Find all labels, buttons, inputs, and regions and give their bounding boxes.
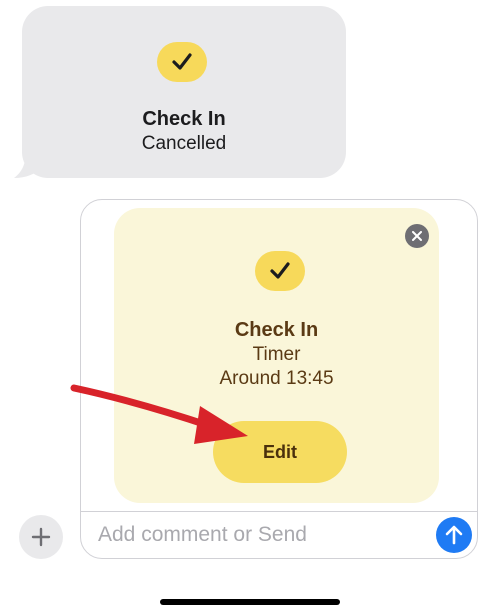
home-indicator	[160, 599, 340, 605]
checkin-card: Check In Timer Around 13:45 Edit	[114, 208, 439, 503]
checkin-mode: Timer	[252, 344, 301, 365]
plus-icon	[31, 527, 51, 547]
add-attachment-button[interactable]	[19, 515, 63, 559]
received-checkin-title: Check In	[142, 108, 226, 130]
close-icon[interactable]	[405, 224, 429, 248]
comment-input[interactable]: Add comment or Send	[98, 523, 307, 547]
checkmark-icon	[157, 42, 207, 82]
arrow-up-icon	[445, 525, 463, 545]
checkin-title: Check In	[234, 319, 319, 341]
annotation-arrow-icon	[70, 384, 248, 444]
compose-panel: Check In Timer Around 13:45 Edit Add com…	[80, 199, 478, 559]
received-checkin-bubble[interactable]: Check In Cancelled	[22, 6, 346, 178]
checkmark-icon	[255, 251, 305, 291]
received-checkin-status: Cancelled	[141, 133, 227, 154]
composer-divider	[81, 511, 477, 512]
send-button[interactable]	[436, 517, 472, 553]
